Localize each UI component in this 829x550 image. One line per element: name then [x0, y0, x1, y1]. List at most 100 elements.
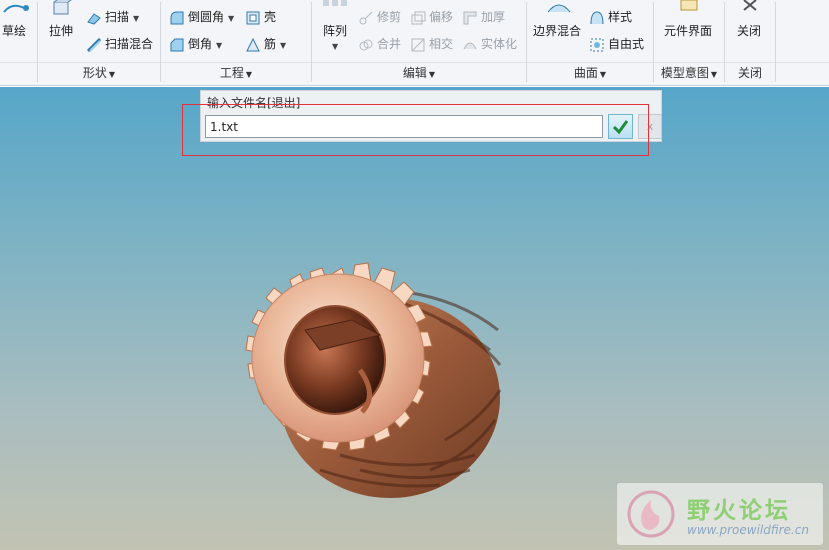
- shell-button[interactable]: 壳: [245, 7, 276, 27]
- component-interface-button[interactable]: 元件界面: [658, 0, 720, 38]
- sketch-icon: [3, 4, 29, 13]
- round-label: 倒圆角: [188, 10, 225, 24]
- chevron-down-icon: ▼: [245, 70, 253, 79]
- chevron-down-icon: ▼: [428, 70, 436, 79]
- group-model-intent-label[interactable]: 模型意图 ▼: [654, 64, 724, 82]
- component-interface-label: 元件界面: [664, 24, 713, 38]
- checkmark-icon: [612, 120, 629, 135]
- watermark-title: 野火论坛: [687, 498, 791, 524]
- thicken-icon: [463, 11, 477, 24]
- offset-label: 偏移: [429, 10, 454, 24]
- group-close-label: 关闭: [725, 64, 775, 82]
- group-editing: 阵列 ▼ 修剪 偏移 加厚 合并 相交 实体化 编辑 ▼: [312, 0, 526, 86]
- rib-label: 筋: [264, 37, 277, 51]
- cancel-button[interactable]: x: [638, 114, 662, 139]
- freestyle-label: 自由式: [608, 37, 645, 51]
- extrude-label: 拉伸: [49, 24, 74, 38]
- boundary-blend-icon: [547, 4, 571, 13]
- group-engineering-label[interactable]: 工程 ▼: [161, 64, 311, 82]
- chevron-down-icon: ▼: [216, 41, 223, 50]
- extrude-button[interactable]: 拉伸: [44, 0, 78, 38]
- ok-button[interactable]: [608, 114, 633, 139]
- chevron-down-icon: ▼: [280, 41, 287, 50]
- group-model-intent: 元件界面 模型意图 ▼: [654, 0, 724, 86]
- group-surfaces-text: 曲面: [573, 66, 598, 80]
- group-shapes-label[interactable]: 形状 ▼: [38, 64, 160, 82]
- pattern-icon: [323, 0, 347, 6]
- intersect-icon: [411, 38, 425, 51]
- rib-button[interactable]: 筋 ▼: [245, 34, 286, 54]
- merge-label: 合并: [377, 37, 402, 51]
- sketch-label: 草绘: [2, 24, 27, 38]
- trim-label: 修剪: [377, 10, 402, 24]
- round-icon: [170, 11, 184, 24]
- style-button[interactable]: 样式: [589, 7, 632, 27]
- component-interface-icon: [680, 0, 698, 11]
- shell-label: 壳: [264, 10, 277, 24]
- trim-button[interactable]: 修剪: [358, 7, 401, 27]
- group-close: 关闭 关闭: [725, 0, 775, 86]
- group-shapes-text: 形状: [82, 66, 107, 80]
- sweep-label: 扫描: [105, 10, 130, 24]
- intersect-button[interactable]: 相交: [410, 34, 453, 54]
- swept-blend-icon: [86, 37, 102, 52]
- group-editing-text: 编辑: [402, 66, 427, 80]
- close-button[interactable]: 关闭: [729, 0, 771, 38]
- group-surfaces-label[interactable]: 曲面 ▼: [527, 64, 653, 82]
- close-label: 关闭: [737, 24, 762, 38]
- boundary-blend-button[interactable]: 边界混合: [531, 0, 587, 38]
- intersect-label: 相交: [429, 37, 454, 51]
- thicken-button[interactable]: 加厚: [462, 7, 505, 27]
- group-editing-label[interactable]: 编辑 ▼: [312, 64, 526, 82]
- helical-gear-model[interactable]: [0, 87, 829, 550]
- group-model-intent-text: 模型意图: [660, 66, 709, 80]
- offset-icon: [411, 11, 426, 24]
- solidify-icon: [463, 42, 477, 49]
- gear-face: [251, 273, 425, 443]
- merge-button[interactable]: 合并: [358, 34, 401, 54]
- offset-button[interactable]: 偏移: [410, 7, 453, 27]
- round-button[interactable]: 倒圆角 ▼: [169, 7, 234, 27]
- flame-logo-icon: [627, 490, 675, 538]
- rib-icon: [246, 37, 260, 51]
- chevron-down-icon: ▼: [133, 14, 140, 23]
- group-engineering-text: 工程: [219, 66, 244, 80]
- chevron-down-icon: ▼: [710, 70, 718, 79]
- pattern-button[interactable]: 阵列 ▼: [318, 0, 352, 51]
- boundary-blend-label: 边界混合: [533, 24, 582, 38]
- chevron-down-icon: ▼: [108, 70, 116, 79]
- filename-input[interactable]: [205, 115, 603, 138]
- style-icon: [590, 10, 604, 24]
- trim-icon: [359, 11, 373, 24]
- chevron-down-icon: ▼: [228, 14, 235, 23]
- group-surfaces: 边界混合 样式 自由式 曲面 ▼: [527, 0, 653, 86]
- swept-blend-button[interactable]: 扫描混合: [86, 34, 153, 54]
- swept-blend-label: 扫描混合: [105, 37, 154, 51]
- extrude-icon: [53, 0, 72, 15]
- watermark-url: www.proewildfire.cn: [687, 523, 809, 537]
- ribbon-toolbar: 草绘 拉伸 扫描 ▼ 扫描混合 形状 ▼ 倒圆角 ▼ 壳 倒角 ▼ 筋 ▼ 工程 ▼: [0, 0, 829, 86]
- group-separator: [775, 2, 776, 82]
- chamfer-button[interactable]: 倒角 ▼: [169, 34, 222, 54]
- style-label: 样式: [608, 10, 633, 24]
- chevron-down-icon: ▼: [332, 42, 339, 51]
- close-icon: [743, 0, 757, 11]
- chamfer-label: 倒角: [188, 37, 213, 51]
- merge-icon: [359, 39, 373, 50]
- thicken-label: 加厚: [481, 10, 506, 24]
- shell-icon: [246, 11, 260, 24]
- pattern-label: 阵列: [323, 24, 348, 38]
- chamfer-icon: [170, 38, 184, 51]
- group-close-text: 关闭: [737, 66, 762, 80]
- cancel-x-icon: x: [646, 120, 654, 133]
- solidify-label: 实体化: [481, 37, 518, 51]
- graphics-viewport[interactable]: [0, 87, 829, 550]
- group-shapes: 拉伸 扫描 ▼ 扫描混合 形状 ▼: [38, 0, 160, 86]
- sketch-button[interactable]: 草绘: [0, 0, 34, 38]
- chevron-down-icon: ▼: [599, 70, 607, 79]
- solidify-button[interactable]: 实体化: [462, 34, 517, 54]
- sweep-button[interactable]: 扫描 ▼: [86, 7, 139, 27]
- freestyle-icon: [590, 38, 604, 51]
- freestyle-button[interactable]: 自由式: [589, 34, 644, 54]
- dialog-title: 输入文件名[退出]: [207, 96, 301, 110]
